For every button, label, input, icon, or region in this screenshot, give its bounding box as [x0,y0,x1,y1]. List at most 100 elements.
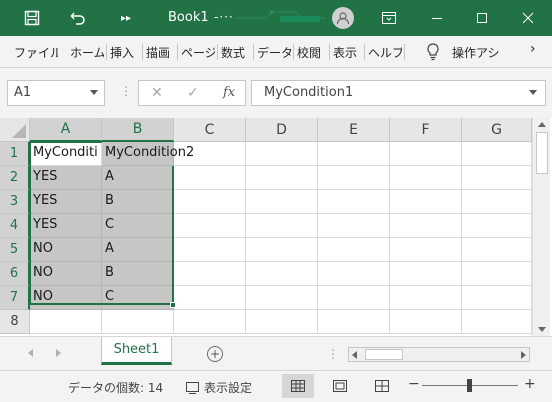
cell-f6[interactable] [390,262,462,286]
cell-c5[interactable] [174,238,246,262]
minimize-icon[interactable] [425,6,449,30]
tab-draw[interactable]: 描画 [146,44,174,61]
cell-d2[interactable] [246,166,318,190]
cell-b1[interactable]: MyCondition2 [102,142,194,166]
account-icon[interactable] [332,7,354,29]
row-header-1[interactable]: 1 [0,142,30,166]
select-all-button[interactable] [0,118,30,142]
ribbon-display-options-icon[interactable] [377,6,401,30]
cell-b7[interactable]: C [102,286,174,310]
scroll-right-icon[interactable] [521,351,526,359]
cell-g8[interactable] [462,310,532,334]
row-header-6[interactable]: 6 [0,262,30,286]
cell-g7[interactable] [462,286,532,310]
tab-view[interactable]: 表示 [333,44,361,61]
cell-d1[interactable] [246,142,318,166]
cell-g3[interactable] [462,190,532,214]
save-icon[interactable] [22,8,42,28]
cell-e2[interactable] [318,166,390,190]
cell-d5[interactable] [246,238,318,262]
cell-a4[interactable]: YES [30,214,102,238]
cell-e1[interactable] [318,142,390,166]
horizontal-scrollbar[interactable] [348,347,530,362]
chevron-down-icon[interactable] [529,90,537,95]
cell-b6[interactable]: B [102,262,174,286]
scroll-left-icon[interactable] [352,351,357,359]
row-header-4[interactable]: 4 [0,214,30,238]
cell-b5[interactable]: A [102,238,174,262]
cell-c4[interactable] [174,214,246,238]
scroll-up-icon[interactable] [538,122,546,127]
cell-a7[interactable]: NO [30,286,102,310]
cell-g5[interactable] [462,238,532,262]
prev-sheet-icon[interactable] [28,349,33,357]
cell-e7[interactable] [318,286,390,310]
worksheet-grid[interactable]: A B C D E F G 1 2 3 4 5 6 7 8 MyConditi … [0,118,552,336]
next-sheet-icon[interactable] [56,349,61,357]
cell-e6[interactable] [318,262,390,286]
cell-c3[interactable] [174,190,246,214]
cell-a3[interactable]: YES [30,190,102,214]
column-header-f[interactable]: F [390,118,462,142]
cell-e8[interactable] [318,310,390,334]
cell-c8[interactable] [174,310,246,334]
cell-a5[interactable]: NO [30,238,102,262]
page-break-view-button[interactable] [366,374,398,398]
cell-d8[interactable] [246,310,318,334]
cell-g6[interactable] [462,262,532,286]
cancel-icon[interactable]: ✕ [151,85,163,101]
horizontal-scroll-thumb[interactable] [365,349,403,360]
cell-b3[interactable]: B [102,190,174,214]
column-header-g[interactable]: G [462,118,532,142]
cell-b8[interactable] [102,310,174,334]
column-header-b[interactable]: B [102,118,174,142]
cell-e3[interactable] [318,190,390,214]
maximize-icon[interactable] [470,6,494,30]
cell-f5[interactable] [390,238,462,262]
tab-help[interactable]: ヘルプ [368,44,402,61]
close-icon[interactable] [516,6,540,30]
zoom-slider-thumb[interactable] [467,379,472,392]
cell-b4[interactable]: C [102,214,174,238]
cell-a1[interactable]: MyConditi [30,142,102,166]
cell-a6[interactable]: NO [30,262,102,286]
insert-function-icon[interactable]: fx [223,85,235,100]
add-sheet-icon[interactable]: + [207,346,223,362]
row-header-5[interactable]: 5 [0,238,30,262]
cell-f3[interactable] [390,190,462,214]
column-header-e[interactable]: E [318,118,390,142]
row-header-3[interactable]: 3 [0,190,30,214]
vertical-scrollbar[interactable] [532,118,550,336]
row-header-2[interactable]: 2 [0,166,30,190]
tab-file[interactable]: ファイル [14,44,58,61]
cell-f8[interactable] [390,310,462,334]
row-header-7[interactable]: 7 [0,286,30,310]
tell-me-search[interactable]: 操作アシ [452,44,512,61]
zoom-out-button[interactable]: − [408,376,420,392]
cell-c7[interactable] [174,286,246,310]
row-header-8[interactable]: 8 [0,310,30,334]
tab-home[interactable]: ホーム [70,44,104,61]
formula-bar-resize-handle[interactable]: ⋮ [120,84,132,98]
tab-formulas[interactable]: 数式 [221,44,249,61]
cell-f1[interactable] [390,142,462,166]
vertical-scroll-thumb[interactable] [536,132,548,174]
tab-data[interactable]: データ [257,44,291,61]
cell-g1[interactable] [462,142,532,166]
tab-page-layout[interactable]: ページ [181,44,215,61]
ribbon-more-arrow[interactable]: › [530,41,542,57]
name-box[interactable]: A1 [7,80,105,106]
cell-b2[interactable]: A [102,166,174,190]
cell-a2[interactable]: YES [30,166,102,190]
undo-icon[interactable] [68,8,88,28]
cell-f7[interactable] [390,286,462,310]
column-header-c[interactable]: C [174,118,246,142]
more-commands-icon[interactable]: ▸▸ [116,8,136,28]
scroll-down-icon[interactable] [538,327,546,332]
cell-g4[interactable] [462,214,532,238]
fill-handle[interactable] [170,302,176,308]
cell-e5[interactable] [318,238,390,262]
cell-d7[interactable] [246,286,318,310]
column-header-a[interactable]: A [30,118,102,142]
enter-icon[interactable]: ✓ [187,85,199,101]
